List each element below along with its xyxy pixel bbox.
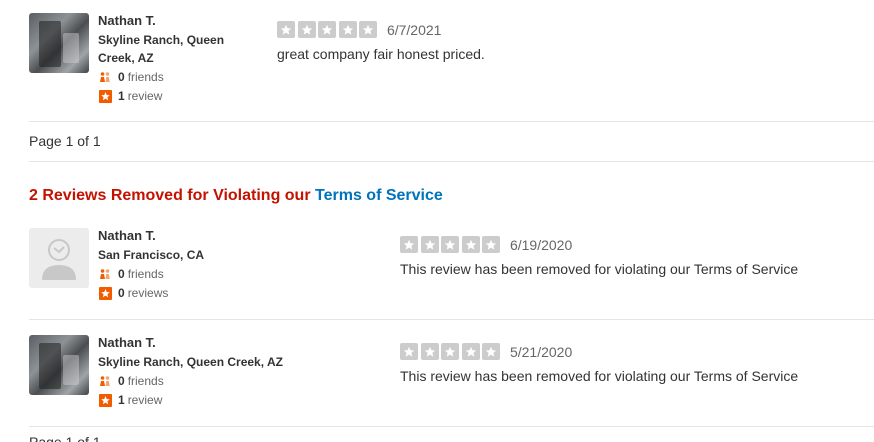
review-body: 5/21/2020 This review has been removed f… — [400, 343, 798, 385]
rating-star-icon — [297, 21, 316, 39]
reviews-stat: 1 review — [98, 391, 298, 409]
friends-count: 0 — [118, 374, 125, 388]
reviews-count: 1 — [118, 89, 125, 103]
rating-star-icon — [400, 343, 418, 361]
review-body: 6/19/2020 This review has been removed f… — [400, 236, 798, 278]
user-location: San Francisco, CA — [98, 248, 205, 262]
reviews-stat: 0 reviews — [98, 284, 263, 302]
review-star-icon — [98, 89, 112, 103]
divider — [29, 319, 874, 320]
user-avatar[interactable] — [29, 13, 89, 73]
rating-star-icon — [461, 343, 480, 361]
review-star-icon — [98, 393, 112, 407]
friends-stat: 0 friends — [98, 68, 248, 86]
divider — [29, 121, 874, 122]
review-date: 5/21/2020 — [509, 343, 573, 360]
review-body: 6/7/2021 great company fair honest price… — [277, 21, 485, 63]
reviews-stat: 1 review — [98, 87, 248, 105]
user-name[interactable]: Nathan T. — [98, 228, 263, 244]
rating-row: 6/19/2020 — [400, 236, 798, 254]
review-text: This review has been removed for violati… — [400, 261, 799, 277]
rating-star-icon — [461, 236, 480, 254]
terms-of-service-link[interactable]: Terms of Service — [315, 187, 443, 204]
rating-star-icon — [359, 21, 377, 39]
user-info: Nathan T. Skyline Ranch, Queen Creek, AZ… — [98, 335, 298, 409]
default-avatar-icon[interactable] — [29, 228, 89, 288]
user-info: Nathan T. San Francisco, CA 0 friends 0 … — [98, 228, 263, 302]
user-location: Skyline Ranch, Queen Creek, AZ — [98, 33, 225, 65]
reviews-label: review — [127, 393, 163, 407]
rating-row: 5/21/2020 — [400, 343, 798, 361]
star-rating — [400, 343, 503, 361]
friends-icon — [98, 267, 112, 281]
friends-stat: 0 friends — [98, 265, 263, 283]
pagination-text-bottom: Page 1 of 1 — [29, 434, 101, 442]
review-date: 6/19/2020 — [509, 236, 573, 253]
removed-reviews-heading: 2 Reviews Removed for Violating our Term… — [29, 187, 443, 205]
friends-label: friends — [127, 374, 164, 388]
divider — [29, 161, 874, 162]
user-name[interactable]: Nathan T. — [98, 335, 298, 351]
review-star-icon — [98, 286, 112, 300]
rating-star-icon — [420, 343, 439, 361]
divider — [29, 426, 874, 427]
friends-label: friends — [127, 267, 164, 281]
rating-star-icon — [277, 21, 295, 39]
rating-star-icon — [318, 21, 336, 39]
reviews-label: review — [127, 89, 163, 103]
rating-star-icon — [441, 343, 459, 361]
friends-stat: 0 friends — [98, 372, 298, 390]
star-rating — [400, 236, 503, 254]
reviews-count: 0 — [118, 286, 125, 300]
friends-icon — [98, 374, 112, 388]
review-date: 6/7/2021 — [386, 21, 442, 38]
reviews-count: 1 — [118, 393, 125, 407]
rating-star-icon — [338, 21, 357, 39]
review-text: great company fair honest priced. — [277, 46, 485, 62]
pagination-text: Page 1 of 1 — [29, 133, 101, 149]
user-avatar[interactable] — [29, 335, 89, 395]
rating-row: 6/7/2021 — [277, 21, 485, 39]
user-info: Nathan T. Skyline Ranch, Queen Creek, AZ… — [98, 13, 248, 105]
rating-star-icon — [420, 236, 439, 254]
friends-count: 0 — [118, 267, 125, 281]
friends-count: 0 — [118, 70, 125, 84]
reviews-label: reviews — [127, 286, 169, 300]
friends-label: friends — [127, 70, 164, 84]
star-rating — [277, 21, 380, 39]
removed-heading-text: 2 Reviews Removed for Violating our — [29, 187, 311, 204]
user-location: Skyline Ranch, Queen Creek, AZ — [98, 355, 283, 369]
rating-star-icon — [400, 236, 418, 254]
friends-icon — [98, 70, 112, 84]
review-text: This review has been removed for violati… — [400, 368, 799, 384]
rating-star-icon — [482, 343, 500, 361]
user-name[interactable]: Nathan T. — [98, 13, 248, 29]
rating-star-icon — [441, 236, 459, 254]
rating-star-icon — [482, 236, 500, 254]
